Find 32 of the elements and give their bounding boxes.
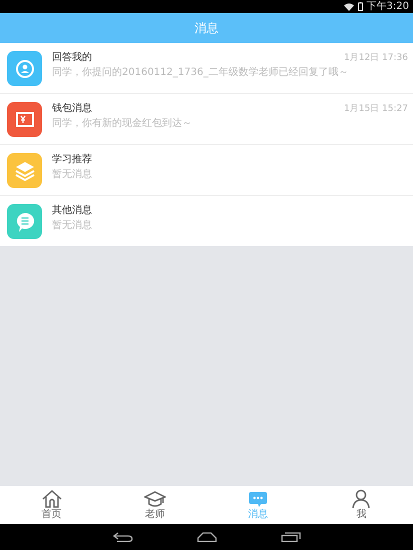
message-row[interactable]: 钱包消息 1月15日 15:27 同学，你有新的现金红包到达～: [0, 94, 413, 144]
tab[interactable]: 首页: [0, 486, 104, 524]
tab[interactable]: 我: [310, 486, 413, 524]
message-time: 1月15日 15:27: [344, 103, 408, 116]
battery-icon: [358, 2, 363, 11]
message-preview: 暂无消息: [52, 219, 92, 233]
message-preview: 同学，你有新的现金红包到达～: [52, 117, 192, 131]
house-icon: [40, 489, 63, 509]
recents-icon: [280, 532, 300, 542]
message-title: 回答我的: [52, 51, 92, 65]
chat-bubble-icon: [247, 489, 270, 509]
speech-bubble-icon: [7, 204, 42, 239]
message-row[interactable]: 回答我的 1月12日 17:36 同学，你提问的20160112_1736_二年级数学老师已经回复了哦～: [0, 43, 413, 93]
message-preview: 同学，你提问的20160112_1736_二年级数学老师已经回复了哦～: [52, 66, 348, 80]
back-icon: [112, 532, 132, 542]
graduation-cap-icon: [144, 489, 166, 509]
message-title: 其他消息: [52, 204, 92, 218]
header-title: 消息: [194, 20, 218, 37]
layers-icon: [7, 153, 42, 188]
message-title: 学习推荐: [52, 153, 92, 167]
home-icon: [196, 532, 216, 542]
message-time: 1月12日 17:36: [344, 52, 408, 65]
message-row[interactable]: 学习推荐 暂无消息: [0, 145, 413, 195]
tab[interactable]: 老师: [103, 486, 206, 524]
message-title: 钱包消息: [52, 102, 92, 116]
wifi-icon: [344, 2, 354, 10]
person-icon: [7, 51, 42, 86]
message-row[interactable]: 其他消息 暂无消息: [0, 196, 413, 246]
person-icon: [350, 489, 372, 509]
message-preview: 暂无消息: [52, 168, 92, 182]
wallet-icon: [7, 102, 42, 137]
status-time: 下午3:20: [366, 2, 409, 12]
